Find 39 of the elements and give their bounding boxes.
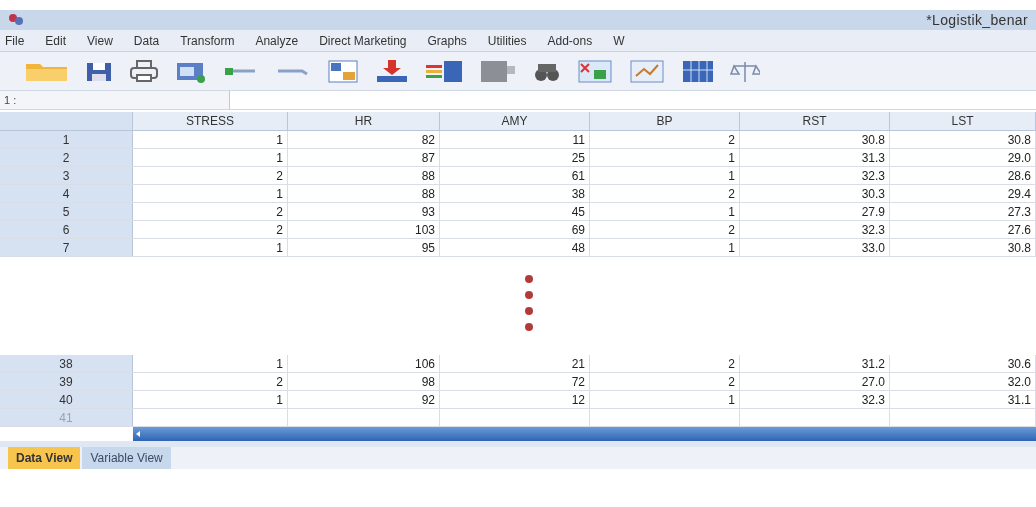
menu-item[interactable]: Transform xyxy=(180,31,235,50)
row-number[interactable]: 40 xyxy=(0,391,133,408)
row-number[interactable]: 4 xyxy=(0,185,133,202)
row-number[interactable]: 39 xyxy=(0,373,133,390)
row-number[interactable]: 5 xyxy=(0,203,133,220)
column-header[interactable]: BP xyxy=(590,112,740,130)
menu-item[interactable]: Edit xyxy=(45,31,67,50)
view-tab[interactable]: Variable View xyxy=(82,447,171,469)
row-number[interactable]: 7 xyxy=(0,239,133,256)
insert-case-icon[interactable] xyxy=(374,58,410,84)
menu-item[interactable]: Analyze xyxy=(255,31,299,50)
window-title: *Logistik_benar xyxy=(926,10,1028,30)
split-icon[interactable] xyxy=(478,58,518,84)
grid-icon[interactable] xyxy=(326,58,360,84)
row-number[interactable]: 6 xyxy=(0,221,133,238)
menu-item[interactable]: Utilities xyxy=(487,31,527,50)
menu-item[interactable]: View xyxy=(87,31,113,50)
app-logo-icon xyxy=(8,13,24,27)
row-number[interactable]: 1 xyxy=(0,131,133,148)
menu-item[interactable]: Graphs xyxy=(427,31,467,50)
column-header[interactable]: HR xyxy=(288,112,440,130)
menu-item[interactable]: W xyxy=(613,31,625,50)
row-number[interactable]: 3 xyxy=(0,167,133,184)
row-number[interactable]: 38 xyxy=(0,355,133,372)
menu-item[interactable]: File xyxy=(5,31,25,50)
view-tab[interactable]: Data View xyxy=(8,447,81,469)
print-icon[interactable] xyxy=(128,58,160,84)
menu-item[interactable]: Data xyxy=(133,31,160,50)
column-header[interactable]: LST xyxy=(890,112,1036,130)
column-header[interactable]: AMY xyxy=(440,112,590,130)
menu-item[interactable]: Add-ons xyxy=(547,31,593,50)
column-header[interactable]: RST xyxy=(740,112,890,130)
table-icon[interactable] xyxy=(576,58,614,84)
value-labels-icon[interactable] xyxy=(680,58,716,84)
row-number[interactable]: 2 xyxy=(0,149,133,166)
columns-icon[interactable] xyxy=(424,58,464,84)
column-header[interactable]: STRESS xyxy=(133,112,288,130)
chart-icon[interactable] xyxy=(628,58,666,84)
menu-item[interactable]: Direct Marketing xyxy=(319,31,407,50)
